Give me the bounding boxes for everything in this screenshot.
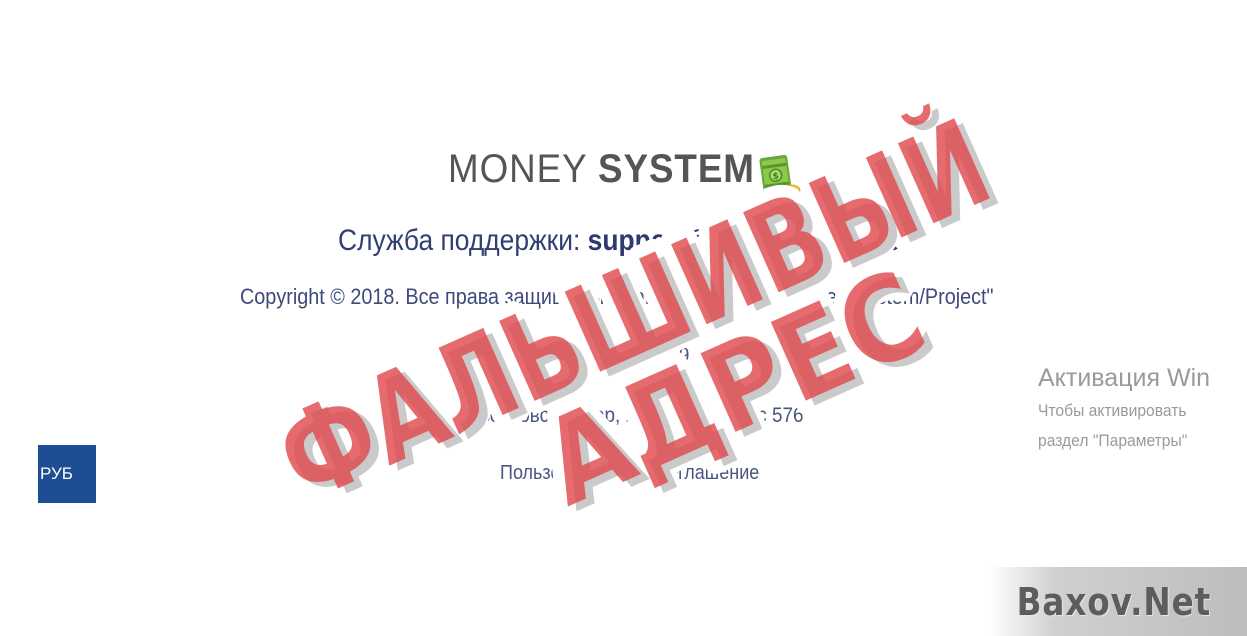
logo-text: MONEY SYSTEM xyxy=(448,147,755,192)
windows-activation-title: Активация Wind xyxy=(1038,364,1210,392)
logo-text-bold: SYSTEM xyxy=(598,146,755,191)
city-text: Санкт-Петербург, 190000 xyxy=(512,344,732,367)
support-line: Служба поддержки: support@virtualclub.in… xyxy=(338,224,901,258)
money-stack-icon: $ xyxy=(759,154,801,203)
copyright-text: Copyright © 2018. Все права защищены. St… xyxy=(240,284,994,309)
currency-button[interactable]: РУБ xyxy=(38,445,96,503)
logo-text-light: MONEY xyxy=(448,146,599,191)
support-email-link[interactable]: support@virtualclub.info xyxy=(588,224,901,257)
windows-activation-line-1: Чтобы активировать xyxy=(1038,401,1187,420)
windows-activation-notice: Активация Wind Чтобы активировать раздел… xyxy=(1038,360,1210,456)
baxov-watermark: Baxov.Net xyxy=(990,567,1247,636)
support-label: Служба поддержки: xyxy=(338,224,588,257)
site-footer: MONEY SYSTEM $ Служба поддержки: support… xyxy=(0,0,1247,636)
page: MONEY SYSTEM $ Служба поддержки: support… xyxy=(0,0,1247,636)
watermark-text: Baxov.Net xyxy=(1016,579,1211,624)
address-text: 1-й Озерковский пер, корпус 25, офис 576 xyxy=(434,404,804,427)
currency-button-label: РУБ xyxy=(40,464,73,483)
user-agreement-link[interactable]: Пользовательское соглашение xyxy=(500,462,759,485)
windows-activation-line-2: раздел "Параметры" xyxy=(1038,431,1188,450)
logo[interactable]: MONEY SYSTEM xyxy=(448,144,782,194)
